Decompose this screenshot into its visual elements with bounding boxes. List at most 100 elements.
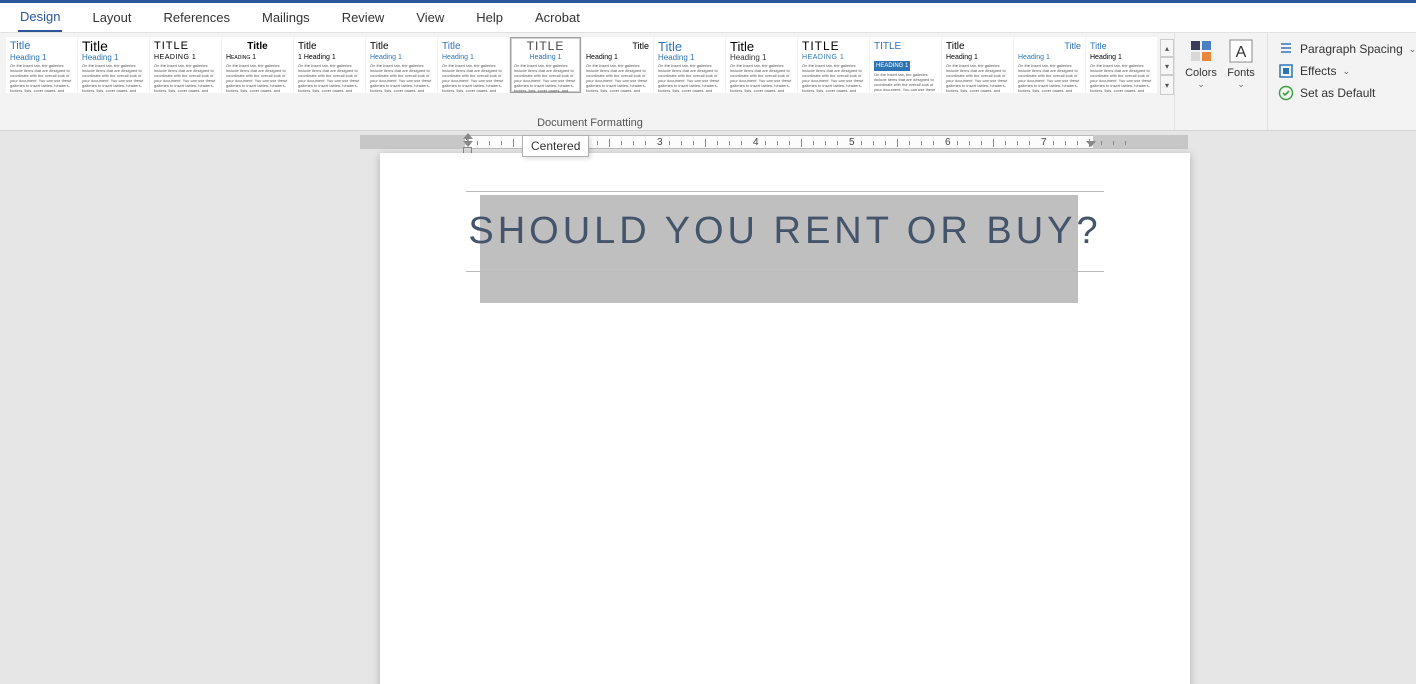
ribbon-tabs: Design Layout References Mailings Review View… xyxy=(0,3,1416,33)
style-item-heading: Heading 1 xyxy=(370,54,433,62)
ribbon-tab-review[interactable]: Review xyxy=(340,4,387,31)
ribbon-panel: TitleHeading 1On the Insert tab, the gal… xyxy=(0,33,1416,131)
gallery-scroll-down-button[interactable]: ▾ xyxy=(1160,57,1174,75)
style-item-title: Title xyxy=(1090,41,1153,52)
style-set-item[interactable]: TitleHeading 1On the Insert tab, the gal… xyxy=(582,37,653,93)
style-gallery-scroll: ▴ ▾ ▾ xyxy=(1160,39,1174,97)
style-item-title: Title xyxy=(442,41,505,52)
fonts-button[interactable]: A Fonts ⌄ xyxy=(1221,39,1261,130)
style-item-body: On the Insert tab, the galleries include… xyxy=(298,63,361,93)
paragraph-spacing-button[interactable]: Paragraph Spacing ⌄ xyxy=(1278,41,1416,57)
colors-icon xyxy=(1189,39,1213,63)
colors-button[interactable]: Colors ⌄ xyxy=(1181,39,1221,130)
style-set-item[interactable]: TitleHeading 1On the Insert tab, the gal… xyxy=(654,37,725,93)
ribbon-tab-mailings[interactable]: Mailings xyxy=(260,4,312,31)
style-set-item[interactable]: TitleHeading 1On the Insert tab, the gal… xyxy=(78,37,149,93)
gallery-more-button[interactable]: ▾ xyxy=(1160,75,1174,95)
style-item-body: On the Insert tab, the galleries include… xyxy=(946,63,1009,93)
indent-marker-top[interactable] xyxy=(463,133,473,139)
style-item-title: Title xyxy=(946,41,1009,52)
paragraph-group: Paragraph Spacing ⌄ Effects ⌄ Set as Def… xyxy=(1267,33,1416,130)
style-item-heading: Heading 1 xyxy=(1018,54,1081,62)
horizontal-ruler[interactable]: 1234567 xyxy=(0,131,1416,149)
style-item-heading: HEADING 1 xyxy=(802,54,865,62)
style-set-item[interactable]: TITLE HEADING 1On the Insert tab, the gal… xyxy=(870,37,941,93)
style-item-body: On the Insert tab, the galleries include… xyxy=(658,63,721,93)
style-item-body: On the Insert tab, the galleries include… xyxy=(874,72,937,93)
checkmark-icon xyxy=(1278,85,1294,101)
style-item-title: TITLE xyxy=(874,41,937,52)
colors-label: Colors xyxy=(1185,67,1217,79)
style-set-item[interactable]: Title Heading 1On the Insert tab, the gal… xyxy=(1014,37,1085,93)
style-item-heading: Heading 1 xyxy=(442,54,505,62)
set-as-default-button[interactable]: Set as Default xyxy=(1278,85,1375,101)
document-title-text[interactable]: SHOULD YOU RENT OR BUY? xyxy=(466,191,1104,272)
style-gallery: TitleHeading 1On the Insert tab, the gal… xyxy=(6,37,1158,97)
style-item-heading: Heading 1 xyxy=(1090,54,1153,62)
style-item-heading: Heading 1 xyxy=(946,54,1009,62)
style-item-body: On the Insert tab, the galleries include… xyxy=(802,63,865,93)
style-item-title: Title xyxy=(1018,41,1081,52)
style-item-heading: Heading 1 xyxy=(10,54,73,62)
ribbon-tab-view[interactable]: View xyxy=(414,4,446,31)
style-set-item[interactable]: TITLE Heading 1On the Insert tab, the gal… xyxy=(510,37,581,93)
style-item-body: On the Insert tab, the galleries include… xyxy=(1018,63,1081,93)
ribbon-tab-acrobat[interactable]: Acrobat xyxy=(533,4,582,31)
document-page[interactable]: SHOULD YOU RENT OR BUY? xyxy=(380,153,1190,684)
ribbon-tab-design[interactable]: Design xyxy=(18,3,62,32)
style-item-heading: Heading 1 xyxy=(586,54,649,62)
style-item-title: TITLE xyxy=(802,41,865,52)
style-set-item[interactable]: Title Heading 1On the Insert tab, the gal… xyxy=(222,37,293,93)
style-set-item[interactable]: Title 1 Heading 1On the Insert tab, the g… xyxy=(294,37,365,93)
ruler-number: 6 xyxy=(945,137,951,148)
style-tooltip: Centered xyxy=(522,135,589,157)
document-workspace: 1234567 Centered SHOULD YOU RENT OR BUY? xyxy=(0,131,1416,684)
gallery-scroll-up-button[interactable]: ▴ xyxy=(1160,39,1174,57)
style-item-title: Title xyxy=(298,41,361,52)
ruler-number: 3 xyxy=(657,137,663,148)
style-item-heading: Heading 1 xyxy=(514,54,577,62)
style-item-title: Title xyxy=(10,41,73,52)
ruler-number: 4 xyxy=(753,137,759,148)
style-item-body: On the Insert tab, the galleries include… xyxy=(226,63,289,93)
style-set-item[interactable]: TITLE HEADING 1On the Insert tab, the gal… xyxy=(798,37,869,93)
style-set-item[interactable]: TITLEHEADING 1On the Insert tab, the gal… xyxy=(150,37,221,93)
style-set-item[interactable]: Title Heading 1On the Insert tab, the gal… xyxy=(942,37,1013,93)
style-item-title: Title xyxy=(658,41,721,52)
style-item-title: Title xyxy=(730,41,793,52)
style-set-item[interactable]: Title Heading 1On the Insert tab, the gal… xyxy=(726,37,797,93)
style-item-heading: HEADING 1 xyxy=(154,54,217,62)
ribbon-tab-layout[interactable]: Layout xyxy=(90,4,133,31)
style-set-item[interactable]: Title Heading 1On the Insert tab, the gal… xyxy=(1086,37,1157,93)
chevron-down-icon: ⌄ xyxy=(1342,66,1350,77)
right-indent-marker[interactable] xyxy=(1086,141,1096,147)
chevron-down-icon: ⌄ xyxy=(1409,44,1416,55)
style-item-body: On the Insert tab, the galleries include… xyxy=(1090,63,1153,93)
style-gallery-caption: Document Formatting xyxy=(537,117,643,129)
style-item-body: On the Insert tab, the galleries include… xyxy=(514,63,577,93)
style-item-heading: 1 Heading 1 xyxy=(298,54,361,62)
style-item-heading: Heading 1 xyxy=(226,54,289,62)
effects-icon xyxy=(1278,63,1294,79)
effects-label: Effects xyxy=(1300,64,1336,78)
style-item-title: TITLE xyxy=(514,41,577,52)
effects-button[interactable]: Effects ⌄ xyxy=(1278,63,1350,79)
style-set-item[interactable]: TitleHeading 1On the Insert tab, the gal… xyxy=(6,37,77,93)
style-set-item[interactable]: Title Heading 1On the Insert tab, the gal… xyxy=(438,37,509,93)
ribbon-tab-help[interactable]: Help xyxy=(474,4,505,31)
paragraph-spacing-icon xyxy=(1278,41,1294,57)
set-as-default-label: Set as Default xyxy=(1300,86,1375,100)
style-item-title: Title xyxy=(226,41,289,52)
style-item-title: Title xyxy=(586,41,649,52)
style-item-heading: Heading 1 xyxy=(730,54,793,62)
svg-text:A: A xyxy=(1236,44,1247,61)
colors-fonts-group: Colors ⌄ A Fonts ⌄ xyxy=(1174,33,1267,130)
style-item-body: On the Insert tab, the galleries include… xyxy=(442,63,505,93)
ribbon-tab-references[interactable]: References xyxy=(162,4,232,31)
style-gallery-group: TitleHeading 1On the Insert tab, the gal… xyxy=(0,33,1174,130)
ruler-number: 5 xyxy=(849,137,855,148)
style-item-heading: HEADING 1 xyxy=(874,61,910,71)
style-item-body: On the Insert tab, the galleries include… xyxy=(730,63,793,93)
fonts-label: Fonts xyxy=(1227,67,1255,79)
style-set-item[interactable]: TitleHeading 1On the Insert tab, the gal… xyxy=(366,37,437,93)
